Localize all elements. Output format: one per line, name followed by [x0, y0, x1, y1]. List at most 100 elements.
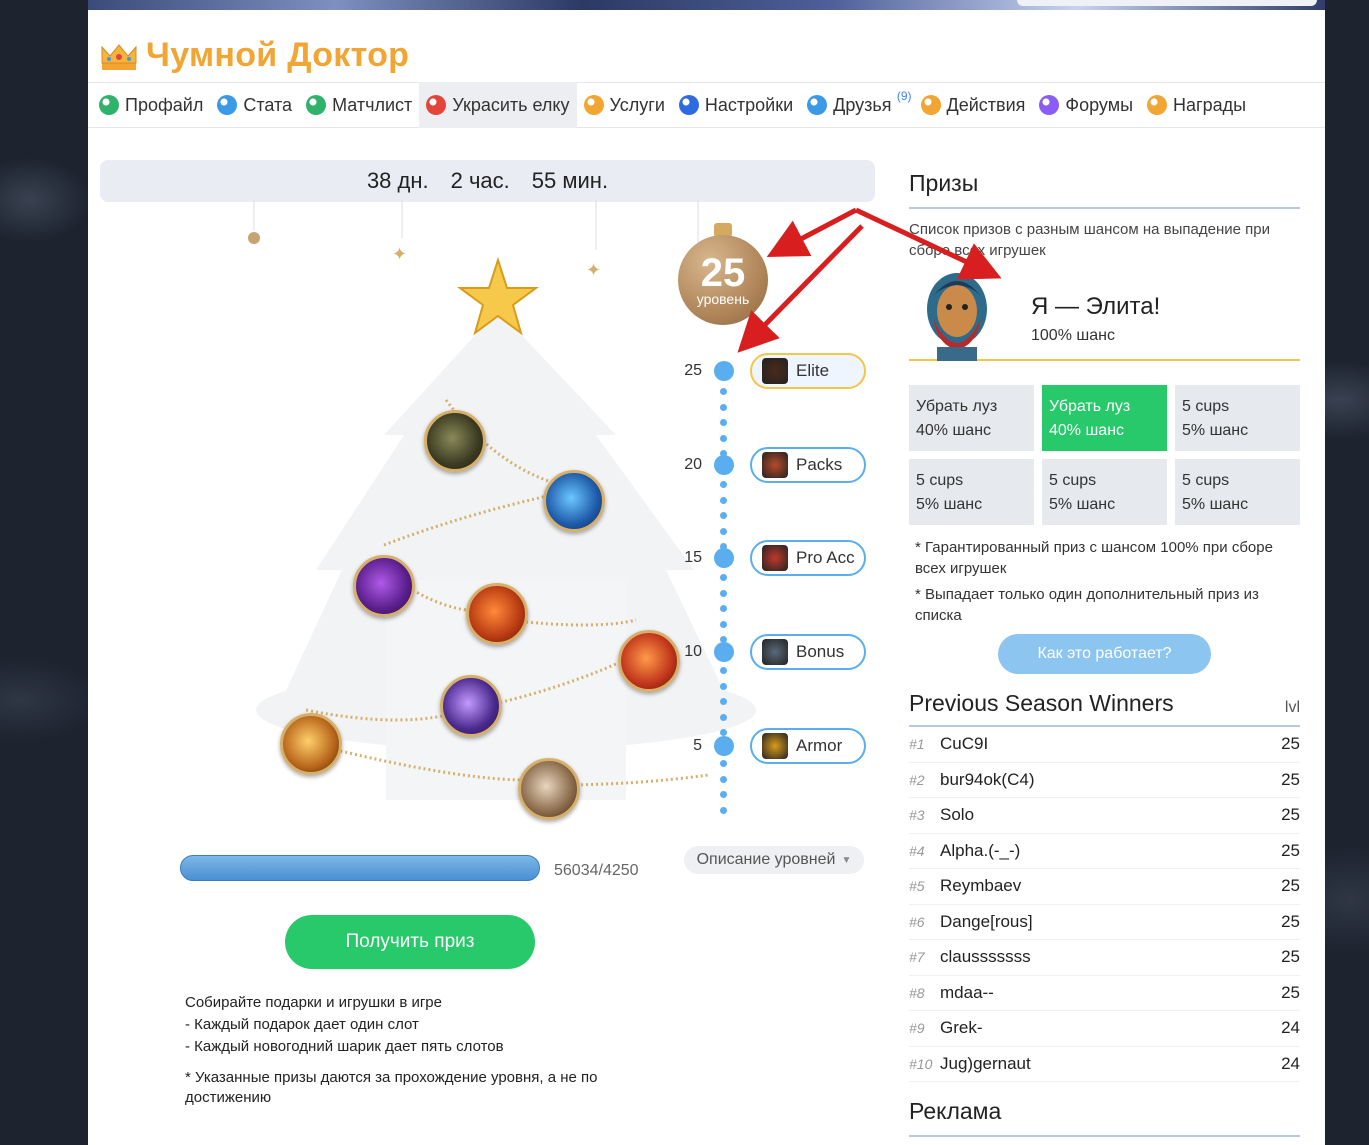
winner-row: #7 clausssssss 25 — [909, 940, 1300, 976]
progress-text: 56034/4250 — [554, 862, 639, 879]
nav-item-1[interactable]: Стата — [210, 82, 299, 128]
toy-ring — [518, 758, 580, 820]
services-icon — [583, 95, 604, 115]
levels-description-label: Описание уровней — [696, 851, 836, 868]
winner-name[interactable]: Alpha.(-_-) — [940, 841, 1276, 861]
prize-cell: 5 cups 5% шанс — [1175, 385, 1300, 451]
nav-item-7[interactable]: Действия — [914, 82, 1033, 128]
winner-rank: #10 — [909, 1055, 933, 1072]
winner-level: 25 — [1281, 734, 1300, 754]
nav-item-label: Форумы — [1065, 94, 1134, 115]
winner-name[interactable]: Reymbaev — [940, 876, 1276, 896]
winner-name[interactable]: bur94ok(C4) — [940, 770, 1276, 790]
chest-icon — [762, 545, 788, 571]
level-reward-label: Armor — [796, 736, 843, 755]
winner-name[interactable]: Dange[rous] — [940, 912, 1276, 932]
winners-header: Previous Season Winners lvl — [909, 690, 1300, 727]
winner-level: 25 — [1281, 840, 1300, 860]
timer-hours: 2 час. — [450, 168, 510, 193]
season-timer: 38 дн. 2 час. 55 мин. — [100, 160, 875, 202]
level-reward-pill[interactable]: Bonus — [750, 634, 866, 670]
elite-portrait-icon — [762, 358, 788, 384]
nav-item-3[interactable]: Украсить елку — [419, 82, 577, 128]
prizes-title: Призы — [909, 170, 1300, 209]
winner-level: 25 — [1281, 947, 1300, 967]
winner-row: #3 Solo 25 — [909, 798, 1300, 834]
winner-row: #10 Jug)gernaut 24 — [909, 1047, 1300, 1082]
info-icon — [217, 95, 238, 115]
level-reward-label: Packs — [796, 455, 843, 474]
winner-name[interactable]: Solo — [940, 805, 1276, 825]
svg-text:✦: ✦ — [392, 244, 407, 264]
level-row-25: 25 Elite — [678, 353, 866, 389]
matchlist-icon — [306, 95, 327, 115]
level-row-20: 20 Packs — [678, 447, 866, 483]
toy-golden-spear — [280, 713, 342, 775]
level-number: 25 — [684, 362, 702, 379]
level-reward-pill[interactable]: Armor — [750, 728, 866, 764]
forums-icon — [1039, 95, 1060, 115]
winners-lvl-header: lvl — [1284, 699, 1300, 716]
timer-minutes: 55 мин. — [531, 168, 609, 193]
friends-icon — [807, 95, 828, 115]
winner-rank: #5 — [909, 878, 925, 895]
main-prize-chance: 100% шанс — [1031, 327, 1115, 344]
nav-item-5[interactable]: Настройки — [672, 82, 800, 128]
page-title: Чумной Доктор — [146, 36, 410, 74]
prize-cell: 5 cups 5% шанс — [1175, 459, 1300, 525]
elite-portrait-icon — [927, 273, 987, 361]
level-dot — [714, 642, 734, 662]
toy-hooded-figure — [424, 410, 486, 472]
axe-icon — [762, 639, 788, 665]
winner-level: 25 — [1281, 876, 1300, 896]
profile-icon — [99, 95, 119, 115]
page: Чумной Доктор Профайл Стата Матчлист Украси… — [88, 10, 1325, 1145]
winner-name[interactable]: Jug)gernaut — [940, 1054, 1276, 1074]
awards-icon — [1147, 95, 1168, 115]
level-reward-pill[interactable]: Elite — [750, 353, 866, 389]
nav-item-label: Профайл — [125, 94, 204, 115]
winner-name[interactable]: clausssssss — [940, 947, 1276, 967]
caret-down-icon: ▼ — [841, 854, 852, 866]
winner-row: #1 CuC9I 25 — [909, 727, 1300, 763]
nav-item-9[interactable]: Награды — [1140, 82, 1253, 128]
top-banner — [88, 0, 1325, 10]
winner-rank: #2 — [909, 771, 925, 788]
nav-item-2[interactable]: Матчлист — [299, 82, 419, 128]
level-row-10: 10 Bonus — [678, 634, 866, 670]
prize-notes: * Гарантированный приз с шансом 100% при… — [909, 537, 1300, 626]
winner-level: 25 — [1281, 805, 1300, 825]
nav-item-6[interactable]: Друзья (9) — [800, 82, 913, 128]
levels-description-button[interactable]: Описание уровней ▼ — [684, 846, 864, 874]
prize-name: 5 cups — [1049, 472, 1097, 489]
prize-chance: 5% шанс — [916, 496, 983, 513]
nav-item-label: Настройки — [704, 94, 794, 115]
nav-item-8[interactable]: Форумы — [1032, 82, 1140, 128]
info-note: * Указанные призы даются за прохождение … — [185, 1069, 598, 1106]
winner-name[interactable]: mdaa-- — [940, 983, 1276, 1003]
prize-chance: 5% шанс — [1182, 422, 1249, 439]
how-it-works-button[interactable]: Как это работает? — [998, 634, 1211, 674]
winner-row: #8 mdaa-- 25 — [909, 976, 1300, 1011]
level-reward-pill[interactable]: Packs — [750, 447, 866, 483]
nav-item-0[interactable]: Профайл — [92, 82, 210, 128]
level-number: 20 — [684, 456, 702, 473]
winner-name[interactable]: Grek- — [940, 1018, 1276, 1038]
current-level-badge: 25 уровень — [678, 215, 768, 325]
get-prize-button[interactable]: Получить приз — [285, 915, 535, 969]
main-nav: Профайл Стата Матчлист Украсить елку Услуги Н… — [88, 82, 1325, 128]
level-reward-pill[interactable]: Pro Acc — [750, 540, 866, 576]
prize-chance: 40% шанс — [1049, 422, 1125, 439]
nav-item-label: Матчлист — [332, 94, 413, 115]
prizes-subtitle: Список призов с разным шансом на выпаден… — [909, 221, 1270, 259]
winner-rank: #8 — [909, 984, 925, 1001]
header: Чумной Доктор — [100, 36, 409, 75]
winner-row: #5 Reymbaev 25 — [909, 869, 1300, 905]
level-number: 10 — [684, 643, 702, 660]
nav-item-4[interactable]: Услуги — [577, 82, 672, 128]
winner-name[interactable]: CuC9I — [940, 734, 1276, 754]
toy-flame-blade — [618, 630, 680, 692]
winner-level: 25 — [1281, 769, 1300, 789]
current-level-number: 25 — [700, 251, 746, 295]
winner-level: 24 — [1281, 1018, 1300, 1038]
